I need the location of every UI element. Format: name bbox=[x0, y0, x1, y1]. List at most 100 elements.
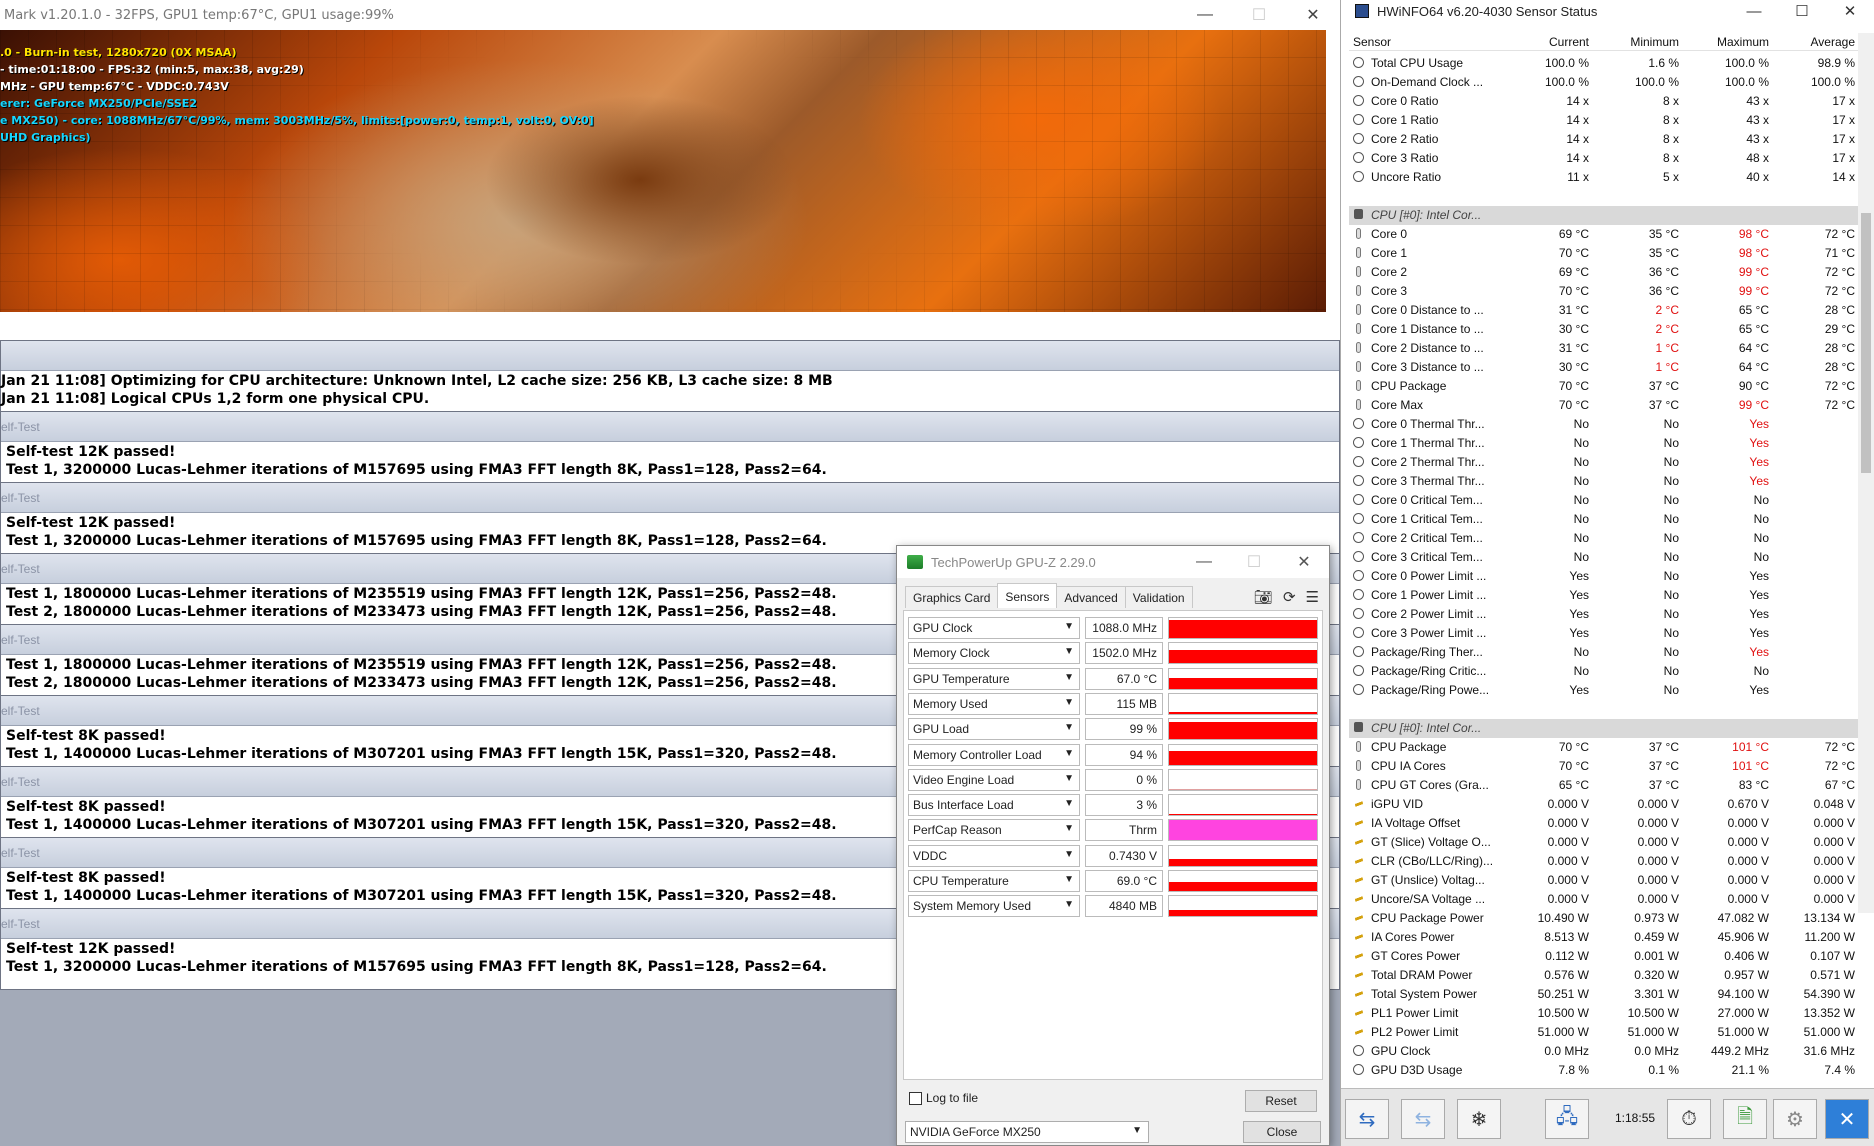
sensor-row[interactable]: Uncore Ratio 11 x 5 x 40 x 14 x bbox=[1349, 168, 1859, 187]
reset-button[interactable]: Reset bbox=[1245, 1090, 1317, 1112]
close-button[interactable]: ✕ bbox=[1279, 552, 1329, 572]
camera-icon[interactable]: 📷︎ bbox=[1254, 588, 1273, 606]
sensor-row[interactable]: GPU Clock 0.0 MHz 0.0 MHz 449.2 MHz 31.6 MHz bbox=[1349, 1042, 1859, 1061]
sensor-row[interactable]: Core 1 70 °C 35 °C 98 °C 71 °C bbox=[1349, 244, 1859, 263]
sensor-row[interactable]: Package/Ring Ther... No No Yes bbox=[1349, 643, 1859, 662]
menu-icon[interactable]: ☰ bbox=[1306, 588, 1319, 606]
sensor-name-select[interactable]: Memory Used ▼ bbox=[908, 692, 1080, 715]
sensor-row[interactable]: Core 1 Ratio 14 x 8 x 43 x 17 x bbox=[1349, 111, 1859, 130]
sensor-row[interactable]: CPU GT Cores (Gra... 65 °C 37 °C 83 °C 67 °C bbox=[1349, 776, 1859, 795]
vertical-scrollbar[interactable] bbox=[1858, 33, 1874, 913]
sensor-row[interactable]: Core 0 Ratio 14 x 8 x 43 x 17 x bbox=[1349, 92, 1859, 111]
sensor-row[interactable]: Core 2 Distance to ... 31 °C 1 °C 64 °C 28 °… bbox=[1349, 339, 1859, 358]
sensor-row[interactable]: Core 0 Critical Tem... No No No bbox=[1349, 491, 1859, 510]
sensor-row[interactable]: Core Max 70 °C 37 °C 99 °C 72 °C bbox=[1349, 396, 1859, 415]
col-maximum[interactable]: Maximum bbox=[1717, 35, 1769, 49]
sensor-row[interactable]: Uncore/SA Voltage ... 0.000 V 0.000 V 0.000… bbox=[1349, 890, 1859, 909]
sensor-row[interactable]: Core 2 Critical Tem... No No No bbox=[1349, 529, 1859, 548]
sensor-row[interactable]: Core 0 69 °C 35 °C 98 °C 72 °C bbox=[1349, 225, 1859, 244]
sensor-row[interactable]: IA Cores Power 8.513 W 0.459 W 45.906 W 11.2… bbox=[1349, 928, 1859, 947]
sensor-row[interactable]: Core 1 Power Limit ... Yes No Yes bbox=[1349, 586, 1859, 605]
close-sensors-icon[interactable]: ✕ bbox=[1825, 1099, 1869, 1139]
sensor-row[interactable]: Core 3 Thermal Thr... No No Yes bbox=[1349, 472, 1859, 491]
sensor-name-select[interactable]: Bus Interface Load ▼ bbox=[908, 794, 1080, 817]
minimize-button[interactable]: — bbox=[1179, 553, 1229, 571]
log-to-file-option[interactable]: Log to file bbox=[909, 1091, 978, 1105]
refresh-icon[interactable]: ⟳ bbox=[1283, 588, 1296, 606]
col-minimum[interactable]: Minimum bbox=[1630, 35, 1679, 49]
sensor-row[interactable]: Total DRAM Power 0.576 W 0.320 W 0.957 W 0.5… bbox=[1349, 966, 1859, 985]
sensor-row[interactable]: GPU D3D Usage 7.8 % 0.1 % 21.1 % 7.4 % bbox=[1349, 1061, 1859, 1080]
col-sensor[interactable]: Sensor bbox=[1353, 35, 1391, 49]
minimize-button[interactable]: — bbox=[1730, 3, 1778, 20]
sensor-name-select[interactable]: Memory Clock ▼ bbox=[908, 642, 1080, 665]
sensor-row[interactable]: Core 3 Critical Tem... No No No bbox=[1349, 548, 1859, 567]
sensor-group-header[interactable]: CPU [#0]: Intel Cor... bbox=[1349, 719, 1859, 738]
sensor-row[interactable]: Core 3 Ratio 14 x 8 x 48 x 17 x bbox=[1349, 149, 1859, 168]
sensor-row[interactable]: Core 0 Power Limit ... Yes No Yes bbox=[1349, 567, 1859, 586]
sensor-name-select[interactable]: GPU Temperature ▼ bbox=[908, 667, 1080, 690]
sensor-row[interactable]: PL2 Power Limit 51.000 W 51.000 W 51.000 W 5… bbox=[1349, 1023, 1859, 1042]
sensor-row[interactable]: PL1 Power Limit 10.500 W 10.500 W 27.000 W 1… bbox=[1349, 1004, 1859, 1023]
sensor-row[interactable]: Total System Power 50.251 W 3.301 W 94.100 … bbox=[1349, 985, 1859, 1004]
close-button[interactable]: ✕ bbox=[1286, 0, 1340, 30]
tab-graphics-card[interactable]: Graphics Card bbox=[905, 586, 999, 608]
maximize-button[interactable]: ☐ bbox=[1778, 2, 1826, 20]
col-average[interactable]: Average bbox=[1811, 35, 1855, 49]
sensor-row[interactable]: Core 1 Thermal Thr... No No Yes bbox=[1349, 434, 1859, 453]
sensor-name-select[interactable]: PerfCap Reason ▼ bbox=[908, 819, 1080, 842]
sensor-row[interactable]: Core 0 Distance to ... 31 °C 2 °C 65 °C 28 °… bbox=[1349, 301, 1859, 320]
sensor-name-select[interactable]: VDDC ▼ bbox=[908, 844, 1080, 867]
sensor-row[interactable]: On-Demand Clock ... 100.0 % 100.0 % 100.0 %… bbox=[1349, 73, 1859, 92]
add-report-icon[interactable]: 🗎 bbox=[1723, 1099, 1767, 1139]
maximize-button[interactable]: ☐ bbox=[1229, 552, 1279, 572]
worker-window[interactable]: elf-Test Self-test 12K passed! Test 1, 320… bbox=[0, 411, 1340, 493]
sensor-row[interactable]: CPU IA Cores 70 °C 37 °C 101 °C 72 °C bbox=[1349, 757, 1859, 776]
sensor-name-select[interactable]: GPU Load ▼ bbox=[908, 718, 1080, 741]
sensor-row[interactable]: iGPU VID 0.000 V 0.000 V 0.670 V 0.048 V bbox=[1349, 795, 1859, 814]
scrollbar-thumb[interactable] bbox=[1861, 213, 1871, 473]
sensor-row[interactable]: Total CPU Usage 100.0 % 1.6 % 100.0 % 98.9 % bbox=[1349, 54, 1859, 73]
sensor-row[interactable]: Package/Ring Critic... No No No bbox=[1349, 662, 1859, 681]
sensor-row[interactable]: GT (Unslice) Voltag... 0.000 V 0.000 V 0.00… bbox=[1349, 871, 1859, 890]
sensor-row[interactable]: Core 2 Power Limit ... Yes No Yes bbox=[1349, 605, 1859, 624]
sensor-row[interactable]: GT Cores Power 0.112 W 0.001 W 0.406 W 0.107… bbox=[1349, 947, 1859, 966]
network-icon[interactable]: 🖧 bbox=[1545, 1099, 1589, 1139]
sensor-group-header[interactable]: CPU [#0]: Intel Cor... bbox=[1349, 206, 1859, 225]
sensor-row[interactable]: Core 3 Power Limit ... Yes No Yes bbox=[1349, 624, 1859, 643]
sensor-row[interactable]: Core 2 69 °C 36 °C 99 °C 72 °C bbox=[1349, 263, 1859, 282]
sensor-name-select[interactable]: CPU Temperature ▼ bbox=[908, 870, 1080, 892]
sensor-row[interactable]: Package/Ring Powe... Yes No Yes bbox=[1349, 681, 1859, 700]
sensor-row[interactable]: IA Voltage Offset 0.000 V 0.000 V 0.000 V 0.… bbox=[1349, 814, 1859, 833]
sensor-name-select[interactable]: GPU Clock ▼ bbox=[908, 617, 1080, 639]
col-current[interactable]: Current bbox=[1549, 35, 1589, 49]
tab-advanced[interactable]: Advanced bbox=[1056, 586, 1126, 608]
minimize-button[interactable]: — bbox=[1178, 0, 1232, 30]
sensor-row[interactable]: Core 2 Ratio 14 x 8 x 43 x 17 x bbox=[1349, 130, 1859, 149]
sensor-row[interactable]: Core 0 Thermal Thr... No No Yes bbox=[1349, 415, 1859, 434]
close-dialog-button[interactable]: Close bbox=[1243, 1121, 1321, 1143]
tab-sensors[interactable]: Sensors bbox=[997, 583, 1058, 608]
sensor-row[interactable]: CPU Package Power 10.490 W 0.973 W 47.082 W… bbox=[1349, 909, 1859, 928]
sensor-row[interactable]: Core 3 Distance to ... 30 °C 1 °C 64 °C 28 °… bbox=[1349, 358, 1859, 377]
worker-window[interactable]: Jan 21 11:08] Optimizing for CPU archite… bbox=[0, 340, 1340, 422]
sensor-row[interactable]: CLR (CBo/LLC/Ring)... 0.000 V 0.000 V 0.000… bbox=[1349, 852, 1859, 871]
sensor-row[interactable]: GT (Slice) Voltage O... 0.000 V 0.000 V 0.0… bbox=[1349, 833, 1859, 852]
log-to-file-checkbox[interactable] bbox=[909, 1091, 922, 1105]
tab-validation[interactable]: Validation bbox=[1124, 586, 1193, 608]
sensor-row[interactable]: CPU Package 70 °C 37 °C 101 °C 72 °C bbox=[1349, 738, 1859, 757]
sensor-row[interactable]: Core 1 Critical Tem... No No No bbox=[1349, 510, 1859, 529]
sensor-name-select[interactable]: Memory Controller Load ▼ bbox=[908, 743, 1080, 766]
sensor-name-select[interactable]: Video Engine Load ▼ bbox=[908, 768, 1080, 791]
sensor-row[interactable]: Core 3 70 °C 36 °C 99 °C 72 °C bbox=[1349, 282, 1859, 301]
sensor-row[interactable]: CPU Package 70 °C 37 °C 90 °C 72 °C bbox=[1349, 377, 1859, 396]
maximize-button[interactable]: ☐ bbox=[1232, 0, 1286, 30]
sensor-name-select[interactable]: System Memory Used ▼ bbox=[908, 895, 1080, 918]
nav-arrows-icon[interactable]: ⇆ bbox=[1345, 1099, 1389, 1139]
settings-icon[interactable]: ⚙ bbox=[1773, 1099, 1817, 1139]
nav-arrows-dim-icon[interactable]: ⇆ bbox=[1401, 1099, 1445, 1139]
gpu-device-select[interactable]: NVIDIA GeForce MX250 ▼ bbox=[905, 1121, 1149, 1143]
sensor-row[interactable]: Core 2 Thermal Thr... No No Yes bbox=[1349, 453, 1859, 472]
clock-icon[interactable]: ⏱ bbox=[1667, 1099, 1711, 1139]
snowflake-icon[interactable]: ❄ bbox=[1457, 1099, 1501, 1139]
